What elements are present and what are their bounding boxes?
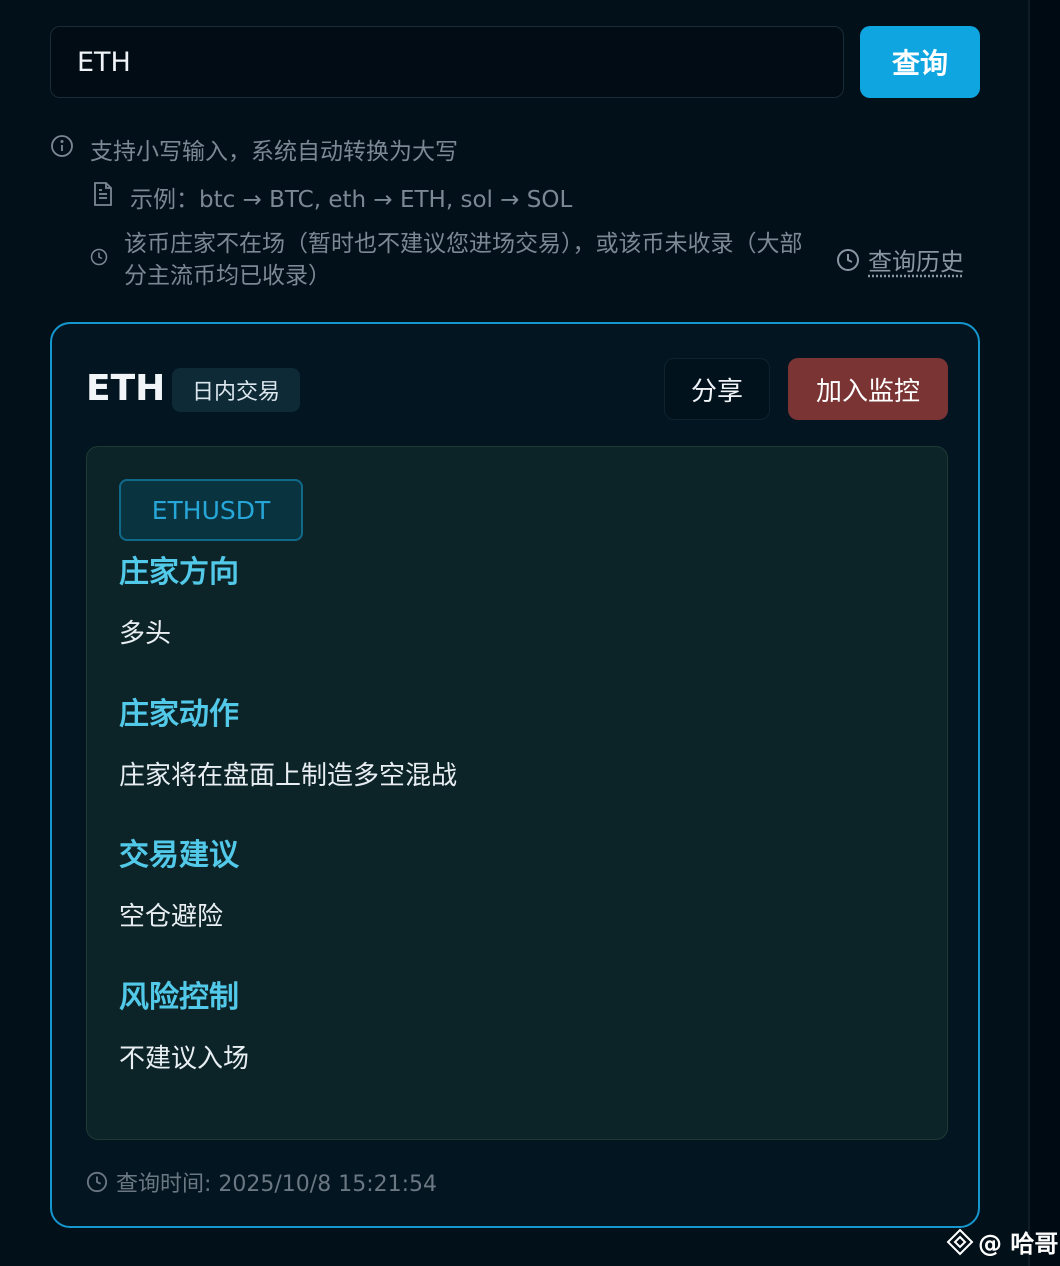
section-title-direction: 庄家方向 xyxy=(119,555,239,590)
add-monitor-button[interactable]: 加入监控 xyxy=(788,358,948,420)
query-history-label: 查询历史 xyxy=(868,248,964,276)
coin-title: ETH xyxy=(86,368,166,409)
trade-type-badge: 日内交易 xyxy=(172,368,301,412)
info-icon xyxy=(51,135,73,157)
hint-lowercase: 支持小写输入，系统自动转换为大写 xyxy=(50,132,458,166)
pair-badge: ETHUSDT xyxy=(119,479,303,541)
hint-example-text: 示例：btc → BTC, eth → ETH, sol → SOL xyxy=(130,187,573,213)
section-value-advice: 空仓避险 xyxy=(119,902,224,932)
result-card: ETH 日内交易 分享 加入监控 ETHUSDT 庄家方向 多头 庄家动作 庄家… xyxy=(50,322,980,1228)
hint-example: 示例：btc → BTC, eth → ETH, sol → SOL xyxy=(92,180,572,214)
diamond-logo-icon xyxy=(946,1228,974,1255)
section-title-risk: 风险控制 xyxy=(119,980,239,1015)
query-history-link[interactable]: 查询历史 xyxy=(836,242,964,277)
hint-notice: 该币庄家不在场（暂时也不建议您进场交易），或该币未收录（大部分主流币均已收录） xyxy=(90,228,820,292)
query-time: 查询时间: 2025/10/8 15:21:54 xyxy=(86,1166,437,1198)
section-value-direction: 多头 xyxy=(119,619,172,649)
search-row: 查询 xyxy=(50,26,980,98)
watermark: @ 哈哥 xyxy=(946,1224,1058,1259)
section-title-advice: 交易建议 xyxy=(119,838,239,873)
share-button[interactable]: 分享 xyxy=(664,358,770,420)
search-input[interactable] xyxy=(50,26,844,98)
clock-icon xyxy=(86,1171,108,1193)
clock-icon xyxy=(90,248,108,266)
clock-icon xyxy=(837,248,859,271)
hint-lowercase-text: 支持小写输入，系统自动转换为大写 xyxy=(90,139,458,165)
search-button[interactable]: 查询 xyxy=(860,26,980,98)
watermark-text: @ 哈哥 xyxy=(978,1230,1059,1258)
main-panel: 查询 支持小写输入，系统自动转换为大写 示例：btc → BTC, eth → … xyxy=(0,0,1030,1266)
query-time-text: 查询时间: 2025/10/8 15:21:54 xyxy=(116,1172,438,1197)
section-value-risk: 不建议入场 xyxy=(119,1044,250,1074)
section-value-action: 庄家将在盘面上制造多空混战 xyxy=(119,761,458,791)
analysis-box: ETHUSDT 庄家方向 多头 庄家动作 庄家将在盘面上制造多空混战 交易建议 … xyxy=(86,446,948,1140)
section-title-action: 庄家动作 xyxy=(119,697,239,732)
hint-notice-text: 该币庄家不在场（暂时也不建议您进场交易），或该币未收录（大部分主流币均已收录） xyxy=(124,231,803,289)
document-icon xyxy=(94,182,112,206)
